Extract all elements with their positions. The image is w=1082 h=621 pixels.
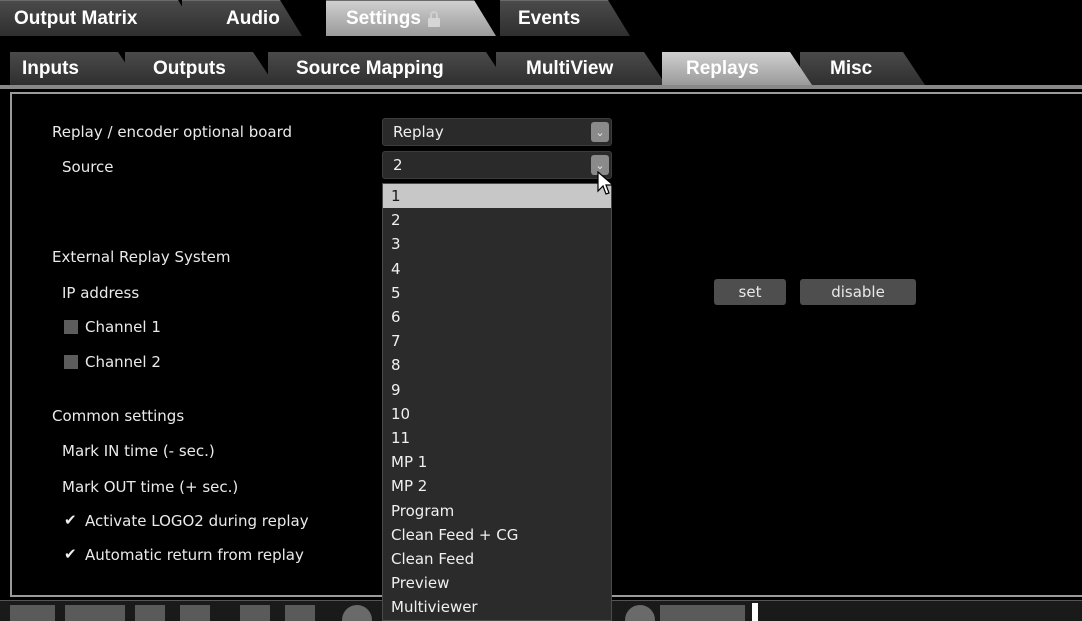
main-tab-bar: Output Matrix Audio Settings Events bbox=[0, 0, 1082, 36]
settings-sub-tab-bar: Inputs Outputs Source Mapping MultiView … bbox=[0, 52, 1082, 85]
toolbar-edge bbox=[752, 603, 758, 621]
common-section-label: Common settings bbox=[52, 407, 185, 425]
source-dropdown-list[interactable]: 1 2 3 4 5 6 7 8 9 10 11 MP 1 MP 2 Program Clean Feed +… bbox=[382, 183, 612, 621]
source-option[interactable]: 7 bbox=[383, 329, 611, 353]
auto-return-checkbox[interactable]: ✔ bbox=[64, 546, 80, 562]
tab-source-mapping[interactable]: Source Mapping bbox=[268, 52, 508, 85]
source-option[interactable]: 2 bbox=[383, 208, 611, 232]
source-option[interactable]: Multiviewer bbox=[383, 595, 611, 619]
source-select-value: 2 bbox=[393, 156, 403, 174]
tab-settings[interactable]: Settings bbox=[326, 0, 496, 36]
source-option[interactable]: 3 bbox=[383, 232, 611, 256]
source-option[interactable]: 1 bbox=[383, 184, 611, 209]
list-icon[interactable] bbox=[135, 605, 165, 621]
channel2-checkbox[interactable] bbox=[64, 355, 78, 369]
tab-events[interactable]: Events bbox=[500, 0, 630, 36]
tab-separator bbox=[0, 36, 1082, 52]
disable-button[interactable]: disable bbox=[800, 279, 916, 305]
source-label: Source bbox=[62, 158, 114, 176]
tab-label: Inputs bbox=[22, 57, 79, 79]
source-option[interactable]: 5 bbox=[383, 281, 611, 305]
tab-label: MultiView bbox=[526, 57, 614, 79]
tab-replays[interactable]: Replays bbox=[662, 52, 812, 85]
source-option[interactable]: 11 bbox=[383, 426, 611, 450]
lock-icon bbox=[427, 11, 441, 27]
tab-label: Audio bbox=[226, 7, 280, 29]
source-select[interactable]: 2 ⌄ bbox=[382, 151, 612, 179]
logo2-checkbox[interactable]: ✔ bbox=[64, 512, 80, 528]
source-option[interactable]: MP 2 bbox=[383, 474, 611, 498]
external-section-label: External Replay System bbox=[52, 248, 231, 266]
source-option[interactable]: 10 bbox=[383, 402, 611, 426]
source-option[interactable]: 9 bbox=[383, 378, 611, 402]
round-icon[interactable] bbox=[625, 605, 655, 621]
sub-tab-underline bbox=[0, 85, 1082, 89]
ip-address-label: IP address bbox=[62, 284, 140, 302]
source-option[interactable]: Program bbox=[383, 498, 611, 522]
tab-label: Output Matrix bbox=[14, 7, 138, 29]
board-select[interactable]: Replay ⌄ bbox=[382, 118, 612, 146]
source-option[interactable]: 4 bbox=[383, 257, 611, 281]
round-icon[interactable] bbox=[342, 605, 372, 621]
source-option[interactable]: Clean Feed bbox=[383, 547, 611, 571]
tab-output-matrix[interactable]: Output Matrix bbox=[0, 0, 200, 36]
source-option[interactable]: Clean Feed + CG bbox=[383, 523, 611, 547]
toolbar-button[interactable] bbox=[10, 605, 55, 621]
mouse-cursor-icon bbox=[597, 171, 615, 195]
auto-return-label: Automatic return from replay bbox=[85, 546, 304, 564]
tab-label: Misc bbox=[830, 57, 873, 79]
source-option[interactable]: Preview bbox=[383, 571, 611, 595]
source-option[interactable]: MP 1 bbox=[383, 450, 611, 474]
tab-label: Source Mapping bbox=[296, 57, 444, 79]
tab-label: Events bbox=[518, 7, 581, 29]
tab-label: Replays bbox=[686, 57, 759, 79]
channel1-checkbox[interactable] bbox=[64, 320, 78, 334]
list-icon[interactable] bbox=[180, 605, 210, 621]
logo2-label: Activate LOGO2 during replay bbox=[85, 512, 309, 530]
mark-out-label: Mark OUT time (+ sec.) bbox=[62, 478, 239, 496]
tab-outputs[interactable]: Outputs bbox=[125, 52, 275, 85]
board-select-value: Replay bbox=[393, 123, 444, 141]
list-icon[interactable] bbox=[285, 605, 315, 621]
tab-label: Settings bbox=[346, 7, 421, 29]
tab-inputs[interactable]: Inputs bbox=[10, 52, 140, 85]
board-label: Replay / encoder optional board bbox=[52, 123, 293, 141]
tab-audio[interactable]: Audio bbox=[182, 0, 302, 36]
mark-in-label: Mark IN time (- sec.) bbox=[62, 442, 215, 460]
list-icon[interactable] bbox=[240, 605, 270, 621]
channel2-label: Channel 2 bbox=[85, 353, 161, 371]
tab-misc[interactable]: Misc bbox=[800, 52, 925, 85]
chevron-down-icon[interactable]: ⌄ bbox=[591, 122, 609, 142]
source-option[interactable]: 6 bbox=[383, 305, 611, 329]
set-button[interactable]: set bbox=[714, 279, 786, 305]
channel1-label: Channel 1 bbox=[85, 318, 161, 336]
tab-label: Outputs bbox=[153, 57, 226, 79]
toolbar-button[interactable] bbox=[65, 605, 125, 621]
source-option[interactable]: 8 bbox=[383, 353, 611, 377]
tab-multiview[interactable]: MultiView bbox=[496, 52, 666, 85]
toolbar-field[interactable] bbox=[660, 605, 745, 621]
